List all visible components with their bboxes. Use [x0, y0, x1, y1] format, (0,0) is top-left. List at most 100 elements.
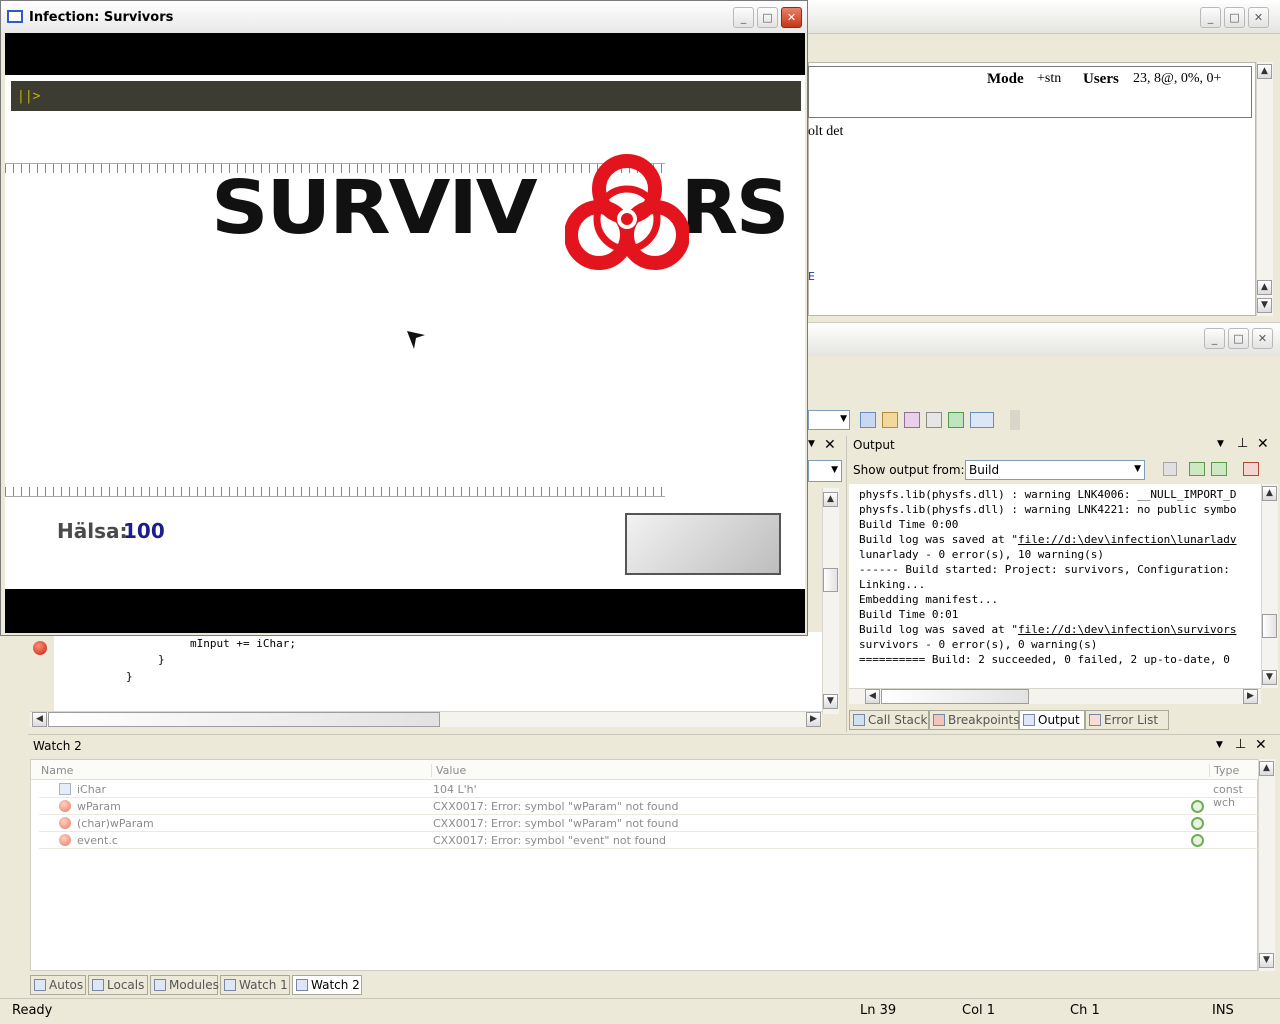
output-line: physfs.lib(physfs.dll) : warning LNK4006… [859, 488, 1237, 501]
game-window-title: Infection: Survivors [29, 10, 174, 25]
editor-dropdown-icon[interactable]: ▼ [808, 439, 815, 449]
tools-icon[interactable] [926, 412, 942, 428]
editor-member-dropdown[interactable]: ▼ [808, 460, 842, 482]
column-name[interactable]: Name [41, 764, 73, 777]
game-action-button[interactable] [625, 513, 781, 575]
object-browser-icon[interactable] [904, 412, 920, 428]
refresh-icon[interactable] [1191, 817, 1204, 830]
tab-error-list[interactable]: Error List [1085, 710, 1169, 730]
tab-output[interactable]: Output [1019, 710, 1085, 730]
health-value: 100 [123, 519, 165, 543]
tab-icon [34, 979, 46, 991]
file-link[interactable]: file://d:\dev\infection\lunarladv [1018, 533, 1237, 546]
irc-scrollbar[interactable]: ▲ ▲ ▼ [1256, 62, 1273, 316]
tab-watch-1[interactable]: Watch 1 [220, 975, 290, 995]
editor-hscrollbar[interactable]: ◀ ▶ [30, 711, 822, 727]
window-app-icon [7, 10, 23, 23]
irc-topic-box: Mode +stn Users 23, 8@, 0%, 0+ [808, 66, 1252, 118]
watch-vscrollbar[interactable]: ▲ ▼ [1258, 759, 1275, 971]
tab-label: Watch 1 [239, 978, 288, 992]
ide-minimize-button[interactable]: _ [1204, 328, 1225, 349]
column-number: Col 1 [962, 1003, 996, 1018]
pin-icon[interactable]: ⊥ [1235, 737, 1246, 752]
output-line: ========== Build: 2 succeeded, 0 failed,… [859, 653, 1230, 666]
tab-call-stack[interactable]: Call Stack [849, 710, 929, 730]
find-message-icon[interactable] [1163, 462, 1177, 476]
watch-name[interactable]: event.c [77, 834, 118, 847]
toolbar-icons[interactable] [860, 410, 1020, 430]
insert-mode: INS [1212, 1003, 1234, 1018]
tab-modules[interactable]: Modules [150, 975, 219, 995]
find-icon[interactable] [860, 412, 876, 428]
watch-name[interactable]: iChar [77, 783, 106, 796]
table-row[interactable]: event.c CXX0017: Error: symbol "event" no… [39, 832, 1259, 849]
toolbar-dropdown[interactable]: ▼ [808, 410, 850, 430]
editor-close-icon[interactable]: ✕ [824, 437, 836, 453]
ide-close-button[interactable]: ✕ [1252, 328, 1273, 349]
refresh-icon[interactable] [1191, 800, 1204, 813]
output-vscrollbar[interactable]: ▲ ▼ [1261, 484, 1278, 688]
watch-value[interactable]: CXX0017: Error: symbol "event" not found [433, 834, 666, 847]
tab-watch-2[interactable]: Watch 2 [292, 975, 362, 995]
tab-label: Watch 2 [311, 978, 360, 992]
panel-dropdown-icon[interactable]: ▼ [1217, 439, 1224, 449]
code-area[interactable]: mInput += iChar; } } [54, 632, 822, 714]
table-row[interactable]: (char)wParam CXX0017: Error: symbol "wPar… [39, 815, 1259, 832]
output-hscrollbar[interactable]: ◀ ▶ [849, 688, 1261, 704]
game-close-button[interactable]: ✕ [781, 7, 802, 28]
close-icon[interactable]: ✕ [1255, 737, 1267, 753]
tab-autos[interactable]: Autos [30, 975, 86, 995]
tab-locals[interactable]: Locals [88, 975, 148, 995]
letterbox-bottom [5, 589, 805, 633]
tab-label: Autos [49, 978, 84, 992]
game-minimize-button[interactable]: _ [733, 7, 754, 28]
watch-value[interactable]: CXX0017: Error: symbol "wParam" not foun… [433, 800, 679, 813]
output-source-select[interactable]: Build ▼ [965, 460, 1145, 480]
column-value[interactable]: Value [431, 764, 466, 777]
properties-icon[interactable] [882, 412, 898, 428]
pin-icon[interactable]: ⊥ [1237, 436, 1248, 451]
watch-value[interactable]: 104 L'h' [433, 783, 477, 796]
background-window-ide: _ □ ✕ ▼ [808, 322, 1280, 436]
output-toolbar: Show output from: Build ▼ [849, 458, 1279, 482]
clear-all-icon[interactable] [1243, 462, 1259, 476]
refresh-icon[interactable] [1191, 834, 1204, 847]
table-row[interactable]: iChar 104 L'h' const wch [39, 781, 1259, 809]
mouse-cursor-icon [407, 331, 425, 349]
game-window: Infection: Survivors _ □ ✕ ||> SURVIV RS [0, 0, 808, 636]
error-icon [59, 834, 71, 846]
editor-vscrollbar[interactable]: ▲ ▼ [822, 488, 839, 714]
close-button[interactable]: ✕ [1248, 7, 1269, 28]
next-message-icon[interactable] [1211, 462, 1227, 476]
previous-message-icon[interactable] [1189, 462, 1205, 476]
game-canvas[interactable]: ||> SURVIV RS Hälsa: 100 [5, 33, 805, 633]
panel-dropdown-icon[interactable]: ▼ [1216, 740, 1223, 750]
toolbar-overflow-icon[interactable] [1010, 410, 1020, 430]
table-row[interactable]: wParam CXX0017: Error: symbol "wParam" no… [39, 798, 1259, 815]
output-text-area[interactable]: physfs.lib(physfs.dll) : warning LNK4006… [849, 484, 1261, 688]
game-maximize-button[interactable]: □ [757, 7, 778, 28]
game-titlebar[interactable]: Infection: Survivors _ □ ✕ [1, 1, 807, 33]
mode-label: Mode [987, 71, 1024, 87]
output-line: Embedding manifest... [859, 593, 999, 606]
tab-breakpoints[interactable]: Breakpoints [929, 710, 1019, 730]
output-line: Build Time 0:00 [859, 518, 959, 531]
output-title: Output [853, 438, 895, 452]
ruler-bottom [5, 487, 665, 497]
minimize-button[interactable]: _ [1200, 7, 1221, 28]
health-label: Hälsa: [57, 519, 128, 543]
close-icon[interactable]: ✕ [1257, 436, 1269, 452]
start-page-icon[interactable] [948, 412, 964, 428]
column-type[interactable]: Type [1209, 764, 1239, 777]
code-line: } [158, 653, 165, 666]
ide-maximize-button[interactable]: □ [1228, 328, 1249, 349]
command-window-icon[interactable] [970, 412, 994, 428]
console-bar[interactable]: ||> [11, 81, 801, 111]
watch-name[interactable]: (char)wParam [77, 817, 154, 830]
maximize-button[interactable]: □ [1224, 7, 1245, 28]
file-link[interactable]: file://d:\dev\infection\survivors [1018, 623, 1237, 636]
watch-name[interactable]: wParam [77, 800, 121, 813]
watch-grid[interactable]: Name Value Type iChar 104 L'h' const wch wP… [30, 759, 1259, 971]
watch-value[interactable]: CXX0017: Error: symbol "wParam" not foun… [433, 817, 679, 830]
breakpoint-icon[interactable] [33, 641, 47, 655]
